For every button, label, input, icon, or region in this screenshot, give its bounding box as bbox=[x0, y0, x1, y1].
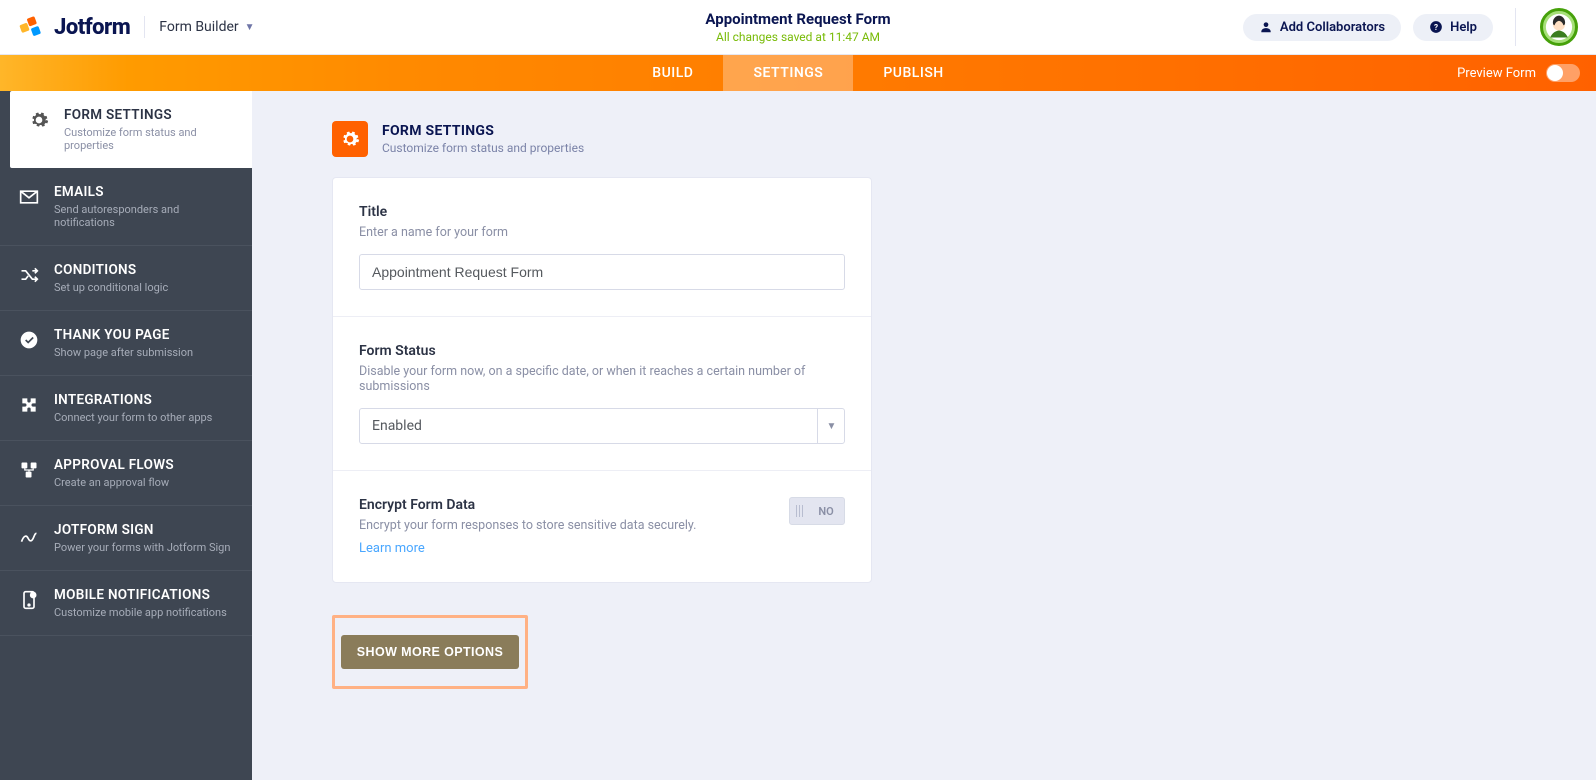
shuffle-icon bbox=[18, 264, 40, 286]
mobile-icon bbox=[18, 589, 40, 611]
sidebar-item-jotform-sign[interactable]: JOTFORM SIGN Power your forms with Jotfo… bbox=[0, 506, 252, 571]
settings-sidebar: FORM SETTINGS Customize form status and … bbox=[0, 91, 252, 780]
app-header: Jotform Form Builder ▼ Appointment Reque… bbox=[0, 0, 1596, 55]
add-collab-label: Add Collaborators bbox=[1280, 20, 1385, 35]
logo-mark-icon bbox=[18, 14, 44, 40]
learn-more-link[interactable]: Learn more bbox=[359, 541, 425, 556]
encrypt-sub: Encrypt your form responses to store sen… bbox=[359, 518, 769, 533]
sidebar-item-desc: Customize form status and properties bbox=[64, 126, 234, 152]
sidebar-item-label: FORM SETTINGS bbox=[64, 107, 234, 123]
body: FORM SETTINGS Customize form status and … bbox=[0, 91, 1596, 780]
section-gear-icon bbox=[332, 121, 368, 157]
title-label: Title bbox=[359, 204, 845, 220]
sidebar-item-thank-you[interactable]: THANK YOU PAGE Show page after submissio… bbox=[0, 311, 252, 376]
title-input[interactable] bbox=[359, 254, 845, 290]
preview-form-toggle: Preview Form bbox=[1457, 55, 1580, 91]
tab-publish[interactable]: PUBLISH bbox=[853, 55, 973, 91]
grip-icon bbox=[790, 505, 808, 517]
user-icon bbox=[1259, 20, 1273, 34]
nav-tabs: BUILD SETTINGS PUBLISH bbox=[622, 55, 973, 91]
sidebar-item-emails[interactable]: EMAILS Send autoresponders and notificat… bbox=[0, 168, 252, 246]
encrypt-section: Encrypt Form Data Encrypt your form resp… bbox=[333, 471, 871, 582]
encrypt-label: Encrypt Form Data bbox=[359, 497, 769, 513]
sidebar-item-form-settings[interactable]: FORM SETTINGS Customize form status and … bbox=[10, 91, 252, 168]
avatar[interactable] bbox=[1540, 8, 1578, 46]
tab-build[interactable]: BUILD bbox=[622, 55, 723, 91]
main-nav: BUILD SETTINGS PUBLISH Preview Form bbox=[0, 55, 1596, 91]
section-title: FORM SETTINGS bbox=[382, 123, 584, 139]
preview-label: Preview Form bbox=[1457, 66, 1536, 81]
status-section: Form Status Disable your form now, on a … bbox=[333, 317, 871, 471]
sign-icon bbox=[18, 524, 40, 546]
svg-text:?: ? bbox=[1434, 22, 1438, 32]
status-label: Form Status bbox=[359, 343, 845, 359]
sidebar-item-conditions[interactable]: CONDITIONS Set up conditional logic bbox=[0, 246, 252, 311]
sidebar-item-integrations[interactable]: INTEGRATIONS Connect your form to other … bbox=[0, 376, 252, 441]
help-label: Help bbox=[1450, 20, 1477, 35]
show-more-options-button[interactable]: SHOW MORE OPTIONS bbox=[341, 635, 519, 669]
header-actions: Add Collaborators ? Help bbox=[1243, 8, 1578, 46]
add-collaborators-button[interactable]: Add Collaborators bbox=[1243, 14, 1401, 41]
check-circle-icon bbox=[18, 329, 40, 351]
encrypt-toggle-label: NO bbox=[808, 505, 844, 518]
mail-icon bbox=[18, 186, 40, 208]
encrypt-toggle[interactable]: NO bbox=[789, 497, 845, 525]
form-builder-label: Form Builder bbox=[159, 19, 238, 35]
tab-settings[interactable]: SETTINGS bbox=[723, 55, 853, 91]
form-title: Appointment Request Form bbox=[705, 10, 890, 28]
main-content: FORM SETTINGS Customize form status and … bbox=[252, 91, 1596, 780]
section-desc: Customize form status and properties bbox=[382, 141, 584, 155]
show-more-highlight: SHOW MORE OPTIONS bbox=[332, 615, 528, 689]
title-sub: Enter a name for your form bbox=[359, 225, 845, 240]
gear-icon bbox=[28, 109, 50, 131]
form-builder-dropdown[interactable]: Form Builder ▼ bbox=[159, 19, 254, 35]
form-title-block: Appointment Request Form All changes sav… bbox=[705, 10, 890, 44]
settings-card: Title Enter a name for your form Form St… bbox=[332, 177, 872, 583]
title-section: Title Enter a name for your form bbox=[333, 178, 871, 317]
puzzle-icon bbox=[18, 394, 40, 416]
flow-icon bbox=[18, 459, 40, 481]
logo[interactable]: Jotform bbox=[18, 14, 130, 40]
divider bbox=[1515, 8, 1516, 46]
save-status: All changes saved at 11:47 AM bbox=[705, 30, 890, 44]
sidebar-item-mobile-notifications[interactable]: MOBILE NOTIFICATIONS Customize mobile ap… bbox=[0, 571, 252, 636]
brand-name: Jotform bbox=[54, 15, 130, 40]
help-icon: ? bbox=[1429, 20, 1443, 34]
sidebar-item-approval-flows[interactable]: APPROVAL FLOWS Create an approval flow bbox=[0, 441, 252, 506]
preview-toggle[interactable] bbox=[1546, 64, 1580, 82]
help-button[interactable]: ? Help bbox=[1413, 14, 1493, 41]
section-header: FORM SETTINGS Customize form status and … bbox=[332, 121, 1556, 157]
status-select[interactable]: Enabled bbox=[359, 408, 845, 444]
divider bbox=[144, 16, 145, 38]
status-sub: Disable your form now, on a specific dat… bbox=[359, 364, 845, 394]
chevron-down-icon: ▼ bbox=[245, 22, 255, 33]
